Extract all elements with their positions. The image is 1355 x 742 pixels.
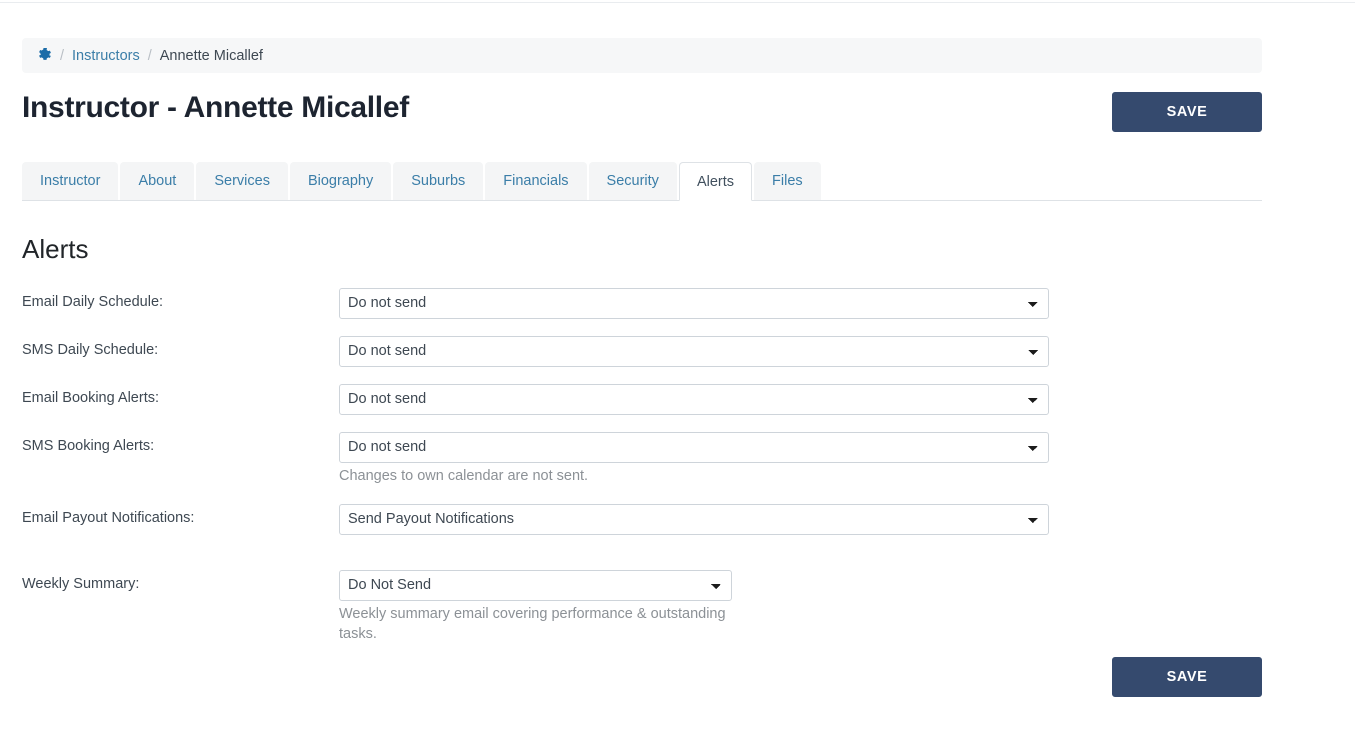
- help-sms-booking-alerts: Changes to own calendar are not sent.: [339, 468, 589, 484]
- select-email-daily-schedule[interactable]: Do not send: [339, 288, 1049, 319]
- breadcrumb-item-current: Annette Micallef: [159, 47, 263, 64]
- select-email-booking-alerts[interactable]: Do not send: [339, 384, 1049, 415]
- label-email-payout-notifications: Email Payout Notifications:: [22, 510, 195, 526]
- control-sms-booking-alerts: Do not send Changes to own calendar are …: [339, 432, 1049, 486]
- form-row-sms-booking-alerts: SMS Booking Alerts: Do not send Changes …: [22, 432, 1262, 486]
- bottom-actions: SAVE: [22, 657, 1262, 697]
- title-row: Instructor - Annette Micallef SAVE: [22, 86, 1262, 142]
- tab-suburbs[interactable]: Suburbs: [393, 162, 484, 200]
- form-spacer-2: [22, 552, 1262, 570]
- gear-icon[interactable]: [38, 47, 52, 64]
- breadcrumb-item-instructors[interactable]: Instructors: [72, 48, 140, 64]
- control-email-daily-schedule: Do not send: [339, 288, 1049, 319]
- select-weekly-summary[interactable]: Do Not Send: [339, 570, 732, 601]
- form-spacer-1: [22, 486, 1262, 504]
- select-email-payout-notifications[interactable]: Send Payout Notifications: [339, 504, 1049, 535]
- tab-alerts[interactable]: Alerts: [678, 162, 753, 201]
- tab-bar: Instructor About Services Biography Subu…: [22, 162, 1262, 201]
- select-sms-booking-alerts[interactable]: Do not send: [339, 432, 1049, 463]
- save-button-top[interactable]: SAVE: [1112, 92, 1262, 132]
- tab-about[interactable]: About: [120, 162, 195, 200]
- control-sms-daily-schedule: Do not send: [339, 336, 1049, 367]
- form-row-email-booking-alerts: Email Booking Alerts: Do not send: [22, 384, 1262, 432]
- form-row-email-daily-schedule: Email Daily Schedule: Do not send: [22, 288, 1262, 336]
- label-weekly-summary: Weekly Summary:: [22, 576, 140, 592]
- form-row-email-payout-notifications: Email Payout Notifications: Send Payout …: [22, 504, 1262, 552]
- breadcrumb-separator-2: /: [147, 47, 152, 64]
- control-weekly-summary: Do Not Send Weekly summary email coverin…: [339, 570, 732, 644]
- tab-services[interactable]: Services: [196, 162, 288, 200]
- breadcrumb: / Instructors / Annette Micallef: [22, 38, 1262, 73]
- control-email-booking-alerts: Do not send: [339, 384, 1049, 415]
- help-weekly-summary: Weekly summary email covering performanc…: [339, 606, 726, 642]
- label-sms-booking-alerts: SMS Booking Alerts:: [22, 438, 155, 454]
- tab-instructor[interactable]: Instructor: [22, 162, 119, 200]
- tab-security[interactable]: Security: [588, 162, 677, 200]
- page-title: Instructor - Annette Micallef: [22, 91, 409, 124]
- save-button-bottom[interactable]: SAVE: [1112, 657, 1262, 697]
- label-sms-daily-schedule: SMS Daily Schedule:: [22, 342, 159, 358]
- section-title-alerts: Alerts: [22, 234, 89, 264]
- page-root: / Instructors / Annette Micallef Instruc…: [0, 0, 1355, 742]
- label-email-daily-schedule: Email Daily Schedule:: [22, 294, 164, 310]
- top-divider: [0, 2, 1355, 3]
- label-email-booking-alerts: Email Booking Alerts:: [22, 390, 160, 406]
- form-row-sms-daily-schedule: SMS Daily Schedule: Do not send: [22, 336, 1262, 384]
- breadcrumb-separator-1: /: [60, 47, 65, 64]
- form-row-weekly-summary: Weekly Summary: Do Not Send Weekly summa…: [22, 570, 1262, 644]
- control-email-payout-notifications: Send Payout Notifications: [339, 504, 1049, 535]
- select-sms-daily-schedule[interactable]: Do not send: [339, 336, 1049, 367]
- tab-financials[interactable]: Financials: [485, 162, 587, 200]
- alerts-form: Email Daily Schedule: Do not send SMS Da…: [22, 288, 1262, 644]
- tab-biography[interactable]: Biography: [289, 162, 392, 200]
- tab-files[interactable]: Files: [754, 162, 821, 200]
